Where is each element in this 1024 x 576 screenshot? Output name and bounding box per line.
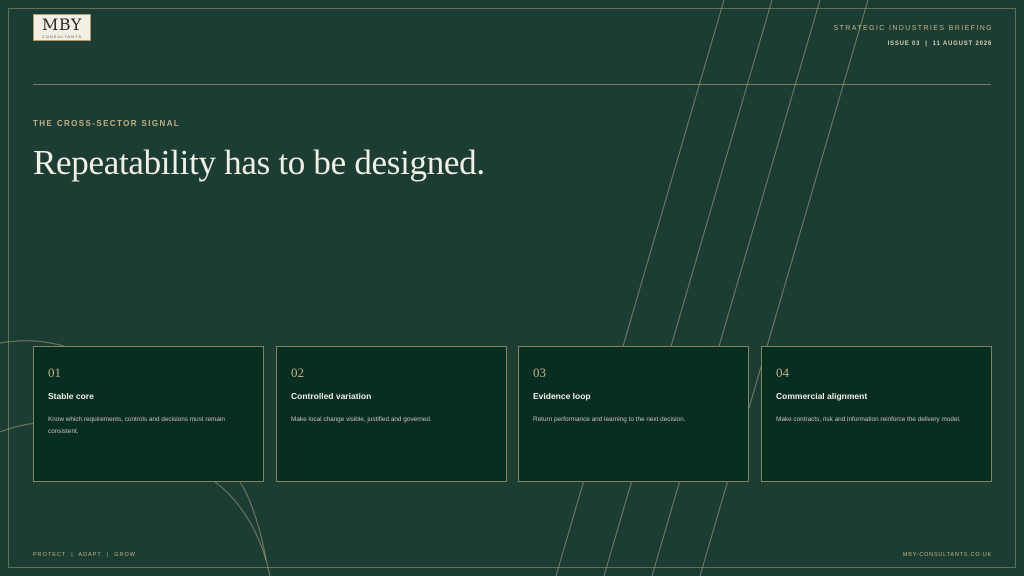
card-body: Make contracts, risk and information rei…	[776, 416, 961, 423]
card-number: 03	[533, 365, 546, 380]
logo-text: MBY	[42, 15, 82, 34]
issue-date: ISSUE 03 | 11 AUGUST 2026	[887, 41, 992, 47]
card-title: Stable core	[48, 391, 94, 401]
card-body: Make local change visible, justified and…	[291, 416, 432, 423]
footer-website: MBY-CONSULTANTS.CO.UK	[902, 552, 992, 558]
card-number: 01	[48, 365, 61, 380]
card-number: 04	[776, 365, 789, 380]
card-title: Controlled variation	[291, 391, 372, 401]
card-body: Return performance and learning to the n…	[533, 416, 686, 423]
card-controlled-variation: 02 Controlled variation Make local chang…	[276, 346, 507, 482]
card-body: Know which requirements, controls and de…	[48, 416, 225, 435]
card-number: 02	[291, 365, 304, 380]
page-title: Repeatability has to be designed.	[33, 143, 485, 182]
card-commercial-alignment: 04 Commercial alignment Make contracts, …	[761, 346, 992, 482]
slide-frame	[8, 8, 1016, 568]
card-stable-core: 01 Stable core Know which requirements, …	[33, 346, 264, 482]
slide: MBY CONSULTANTS STRATEGIC INDUSTRIES BRI…	[0, 0, 1024, 576]
card-evidence-loop: 03 Evidence loop Return performance and …	[518, 346, 749, 482]
card-title: Commercial alignment	[776, 391, 868, 401]
briefing-label: STRATEGIC INDUSTRIES BRIEFING	[833, 25, 993, 32]
decorative-lines	[0, 0, 869, 576]
footer-tagline: PROTECT | ADAPT | GROW	[33, 552, 136, 558]
section-eyebrow: THE CROSS-SECTOR SIGNAL	[33, 119, 181, 128]
card-title: Evidence loop	[533, 391, 591, 401]
header-divider	[33, 84, 991, 85]
brand-logo: MBY CONSULTANTS	[33, 14, 91, 41]
logo-subtext: CONSULTANTS	[41, 34, 83, 39]
